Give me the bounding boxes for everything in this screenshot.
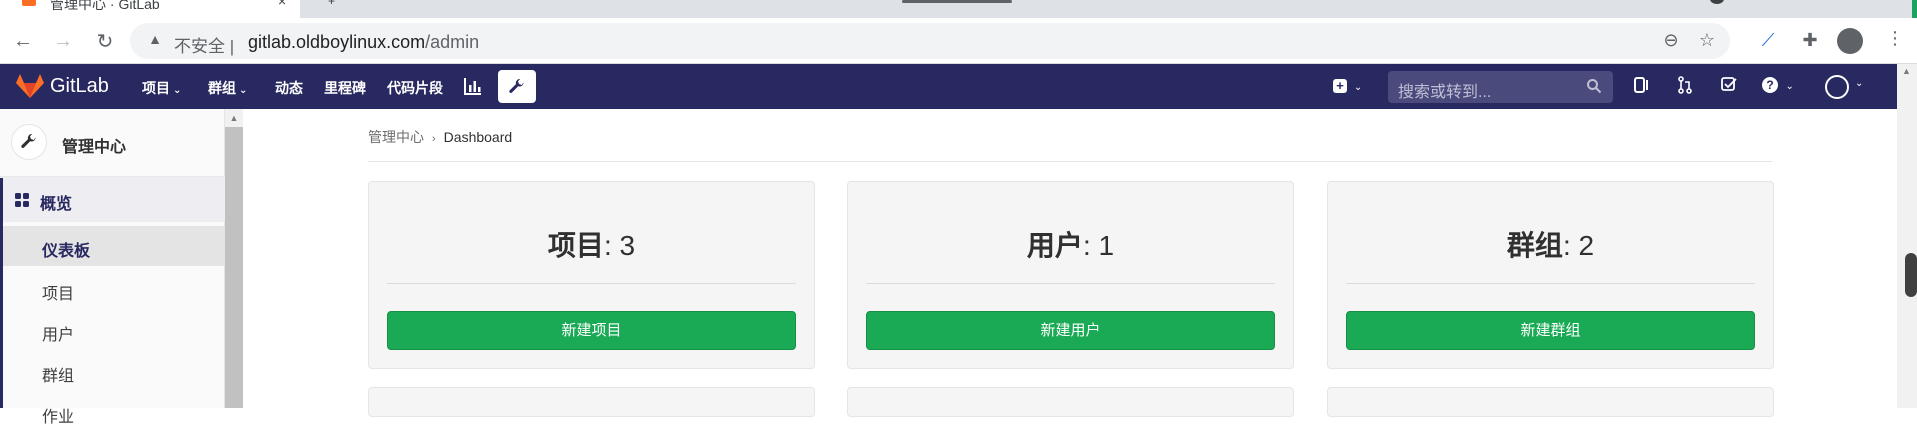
menu-activity[interactable]: 动态	[275, 78, 303, 98]
zoom-icon[interactable]: ⊖	[1660, 30, 1682, 51]
sidebar-item-projects[interactable]: 项目	[42, 280, 74, 304]
address-bar[interactable]: ▲ 不安全 | gitlab.oldboylinux.com/admin ⊖ ☆	[130, 23, 1730, 59]
card-title: 用户: 1	[1026, 230, 1115, 261]
menu-projects[interactable]: 项目 ⌄	[142, 78, 181, 98]
card-title: 项目: 3	[547, 230, 636, 261]
plus-square-icon: +	[1333, 79, 1347, 93]
insecure-label: 不安全 |	[174, 37, 235, 56]
groups-card: 群组: 2 新建群组	[1327, 181, 1774, 369]
puzzle-icon[interactable]: ✚	[1798, 30, 1822, 51]
sidebar-item-users[interactable]: 用户	[42, 321, 74, 345]
reload-icon[interactable]: ↻	[90, 26, 120, 56]
chevron-down-icon[interactable]: ⌄	[1855, 78, 1863, 89]
sidebar-scrollbar[interactable]	[225, 109, 243, 408]
sidebar-item-overview[interactable]: 概览	[0, 177, 225, 222]
gitlab-brand[interactable]: GitLab	[50, 75, 109, 98]
merge-requests-icon[interactable]	[1674, 76, 1696, 98]
tab-scrubber	[902, 0, 1012, 3]
projects-card: 项目: 3 新建项目	[368, 181, 815, 369]
browser-toolbar: ← → ↻ ▲ 不安全 | gitlab.oldboylinux.com/adm…	[0, 18, 1917, 64]
users-card: 用户: 1 新建用户	[847, 181, 1294, 369]
close-tab-icon[interactable]: ×	[278, 0, 286, 9]
issues-icon[interactable]	[1630, 76, 1652, 98]
search-placeholder: 搜索或转到...	[1398, 84, 1492, 101]
sidebar-active-bar	[0, 178, 3, 408]
wrench-icon	[509, 78, 524, 93]
new-project-button[interactable]: 新建项目	[387, 311, 796, 350]
chevron-down-icon: ⌄	[1353, 82, 1363, 93]
new-dropdown[interactable]: + ⌄	[1333, 77, 1362, 93]
chevron-right-icon: ›	[432, 133, 436, 145]
menu-milestones[interactable]: 里程碑	[324, 78, 366, 98]
menu-snippets[interactable]: 代码片段	[387, 78, 443, 98]
divider	[1346, 283, 1755, 284]
chart-icon[interactable]	[463, 76, 483, 96]
wrench-icon	[21, 133, 36, 148]
scrollbar-thumb[interactable]	[1905, 253, 1917, 297]
profile-avatar[interactable]	[1837, 28, 1863, 54]
breadcrumb: 管理中心 › Dashboard	[368, 127, 512, 147]
divider	[387, 283, 796, 284]
chevron-down-icon: ⌄	[1785, 81, 1794, 92]
sidebar-item-dashboard[interactable]: 仪表板	[42, 237, 90, 261]
tab-title: 管理中心 · GitLab	[50, 0, 160, 12]
scroll-up-arrow-icon[interactable]: ▲	[225, 109, 243, 127]
gitlab-navbar: GitLab 项目 ⌄ 群组 ⌄ 动态 里程碑 代码片段 + ⌄ 搜索或转到... …	[0, 64, 1897, 109]
new-tab-icon[interactable]: +	[328, 0, 335, 8]
sidebar: 管理中心 概览 仪表板 项目 用户 群组 作业	[0, 109, 225, 426]
sidebar-header[interactable]: 管理中心	[0, 109, 225, 177]
breadcrumb-current[interactable]: Dashboard	[444, 129, 513, 145]
admin-avatar	[11, 124, 47, 160]
overview-grid-icon	[15, 193, 29, 207]
admin-area-button[interactable]	[498, 70, 536, 103]
gitlab-favicon-icon	[22, 0, 36, 6]
new-group-button[interactable]: 新建群组	[1346, 311, 1755, 350]
page-scrollbar[interactable]	[1897, 64, 1917, 408]
divider	[368, 161, 1772, 162]
menu-groups[interactable]: 群组 ⌄	[208, 78, 247, 98]
sidebar-title: 管理中心	[62, 139, 127, 156]
extension-icon[interactable]: ⟋	[1756, 30, 1780, 51]
user-avatar[interactable]	[1825, 75, 1849, 99]
forward-icon[interactable]: →	[48, 26, 78, 56]
sidebar-active-highlight	[0, 226, 225, 266]
divider	[866, 283, 1275, 284]
help-icon: ?	[1762, 77, 1778, 93]
bookmark-star-icon[interactable]: ☆	[1696, 30, 1718, 51]
card-title: 群组: 2	[1506, 230, 1595, 261]
sidebar-section-label: 概览	[40, 196, 73, 213]
search-icon	[1587, 79, 1602, 94]
search-input[interactable]: 搜索或转到...	[1388, 71, 1613, 103]
tab-search-icon[interactable]	[1710, 0, 1724, 4]
card-row-2	[368, 387, 815, 417]
card-row-2	[1327, 387, 1774, 417]
scroll-up-arrow-icon[interactable]: ▲	[1902, 66, 1911, 76]
sidebar-item-groups[interactable]: 群组	[42, 362, 74, 386]
todos-icon[interactable]	[1718, 76, 1740, 98]
browser-menu-icon[interactable]: ⋮	[1886, 28, 1904, 49]
back-icon[interactable]: ←	[8, 26, 38, 56]
help-dropdown[interactable]: ? ⌄	[1762, 76, 1798, 98]
tab-strip: 管理中心 · GitLab × +	[0, 0, 1917, 18]
warning-icon[interactable]: ▲	[146, 31, 164, 49]
tab-active[interactable]: 管理中心 · GitLab ×	[0, 0, 300, 18]
gitlab-logo-icon[interactable]	[16, 74, 44, 98]
sidebar-item-jobs[interactable]: 作业	[42, 403, 74, 427]
url-text[interactable]: gitlab.oldboylinux.com/admin	[248, 32, 479, 53]
card-row-2	[847, 387, 1294, 417]
new-user-button[interactable]: 新建用户	[866, 311, 1275, 350]
breadcrumb-parent[interactable]: 管理中心	[368, 129, 424, 145]
